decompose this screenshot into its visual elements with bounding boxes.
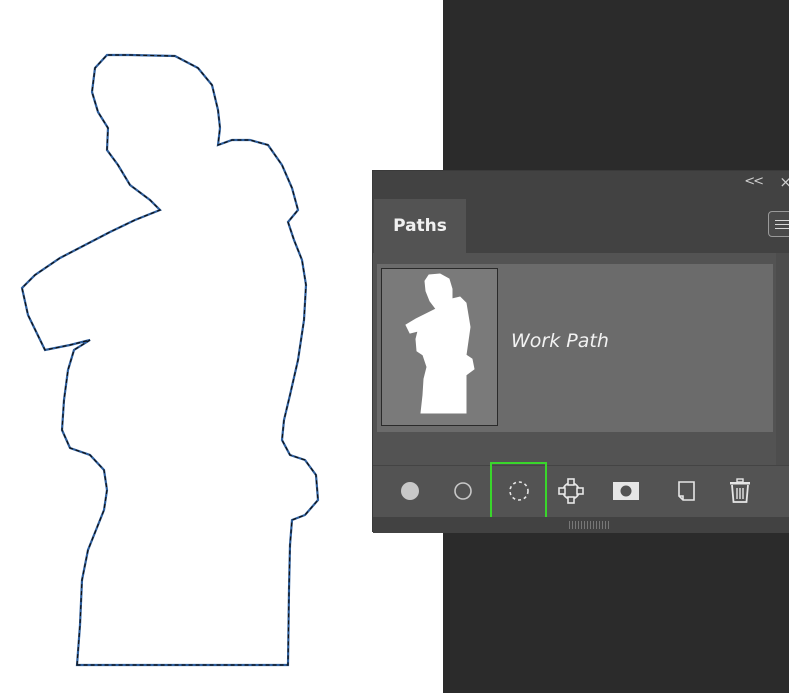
panel-menu-icon[interactable] — [768, 211, 789, 237]
path-thumbnail-icon — [405, 273, 475, 414]
collapse-panel-icon[interactable]: << — [744, 174, 764, 189]
list-scrollbar[interactable] — [776, 253, 789, 465]
path-row-work-path[interactable]: Work Path — [377, 264, 773, 432]
path-name-label: Work Path — [511, 330, 609, 352]
fill-path-button[interactable] — [387, 468, 433, 514]
tab-paths[interactable]: Paths — [374, 199, 466, 253]
trash-icon — [730, 478, 750, 503]
paths-toolbar — [373, 462, 789, 520]
anchor-path-icon — [558, 478, 584, 504]
delete-path-button[interactable] — [717, 468, 763, 514]
photoshop-workspace: << × Paths Work Path — [0, 0, 789, 693]
filled-circle-icon — [401, 482, 419, 500]
resize-grip-icon[interactable] — [569, 521, 609, 529]
paths-list: Work Path — [373, 253, 789, 465]
panel-titlebar[interactable]: << × — [373, 171, 789, 197]
panel-resize-bar[interactable] — [373, 517, 789, 533]
mask-icon — [613, 482, 639, 500]
close-panel-icon[interactable]: × — [779, 173, 789, 191]
create-new-path-button[interactable] — [663, 468, 709, 514]
dashed-selection-icon — [508, 481, 529, 501]
hollow-circle-icon — [454, 482, 472, 500]
new-path-icon — [678, 481, 695, 501]
paths-panel: << × Paths Work Path — [372, 170, 789, 533]
path-thumbnail — [381, 268, 498, 426]
make-work-path-button[interactable] — [548, 468, 594, 514]
stroke-path-button[interactable] — [440, 468, 486, 514]
load-path-as-selection-button[interactable] — [490, 462, 547, 520]
panel-tab-row: Paths — [373, 197, 789, 253]
add-mask-button[interactable] — [603, 468, 649, 514]
